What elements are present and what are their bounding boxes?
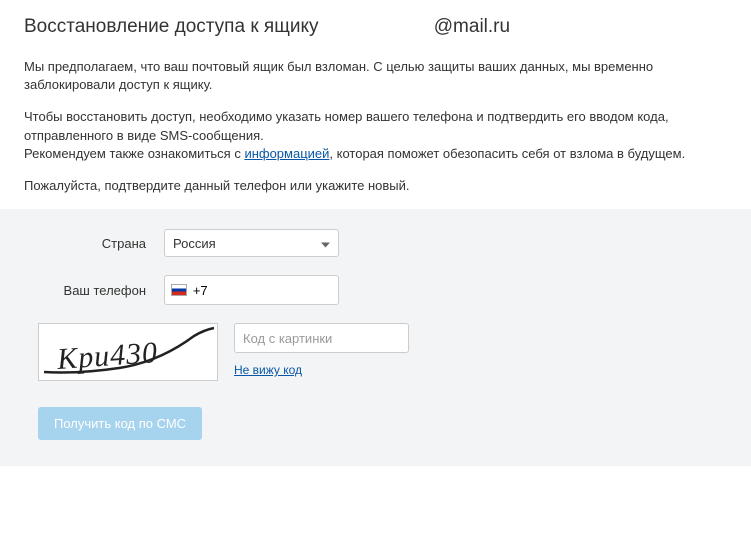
captcha-row: Kpu430 Не вижу код	[38, 323, 727, 381]
submit-button[interactable]: Получить код по СМС	[38, 407, 202, 440]
info-link[interactable]: информацией	[244, 146, 329, 161]
country-label: Страна	[24, 236, 164, 251]
page-title: Восстановление доступа к ящику @mail.ru	[24, 16, 727, 38]
country-select[interactable]: Россия	[164, 229, 339, 257]
captcha-image: Kpu430	[38, 323, 218, 381]
captcha-field[interactable]	[234, 323, 409, 353]
phone-input-wrap[interactable]	[164, 275, 339, 305]
country-row: Страна Россия	[24, 229, 727, 257]
info-text: Мы предполагаем, что ваш почтовый ящик б…	[24, 58, 727, 195]
phone-row: Ваш телефон	[24, 275, 727, 305]
captcha-refresh-link[interactable]: Не вижу код	[234, 363, 302, 377]
title-prefix: Восстановление доступа к ящику	[24, 16, 318, 37]
title-email: @mail.ru	[434, 16, 510, 37]
country-value: Россия	[173, 236, 216, 251]
paragraph-1: Мы предполагаем, что ваш почтовый ящик б…	[24, 58, 727, 94]
paragraph-4: Пожалуйста, подтвердите данный телефон и…	[24, 177, 727, 195]
svg-text:Kpu430: Kpu430	[55, 336, 159, 376]
captcha-controls: Не вижу код	[234, 323, 409, 377]
phone-field[interactable]	[193, 283, 332, 298]
flag-russia-icon	[171, 284, 187, 296]
form-area: Страна Россия Ваш телефон Kpu430	[0, 209, 751, 466]
paragraph-2: Чтобы восстановить доступ, необходимо ук…	[24, 108, 727, 144]
phone-label: Ваш телефон	[24, 283, 164, 298]
chevron-down-icon	[321, 236, 330, 251]
paragraph-3: Рекомендуем также ознакомиться с информа…	[24, 145, 727, 163]
